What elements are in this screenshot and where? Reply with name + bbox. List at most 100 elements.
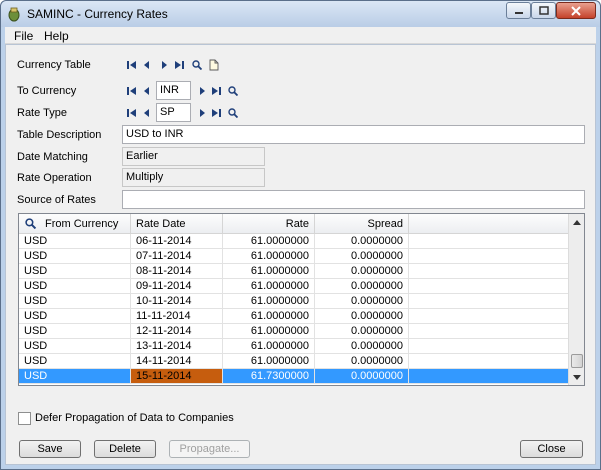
next-record-icon[interactable] [197, 108, 207, 118]
row-filler-cell [409, 264, 568, 279]
defer-propagation-checkbox[interactable] [18, 412, 31, 425]
rate-date-cell[interactable]: 08-11-2014 [131, 264, 223, 279]
delete-button[interactable]: Delete [94, 440, 156, 458]
close-button[interactable]: Close [520, 440, 583, 458]
last-record-icon[interactable] [211, 108, 221, 118]
date-matching-label: Date Matching [17, 151, 88, 163]
scroll-up-button[interactable] [569, 214, 584, 230]
rate-cell[interactable]: 61.0000000 [223, 324, 315, 339]
previous-record-icon[interactable] [142, 60, 152, 70]
last-record-icon[interactable] [211, 86, 221, 96]
column-header-filler [409, 214, 568, 234]
rate-cell[interactable]: 61.0000000 [223, 354, 315, 369]
rate-cell[interactable]: 61.7300000 [223, 369, 315, 384]
table-row[interactable]: USD 09-11-2014 61.0000000 0.0000000 [19, 279, 568, 294]
last-record-icon[interactable] [174, 60, 184, 70]
spread-cell[interactable]: 0.0000000 [315, 249, 409, 264]
from-currency-cell[interactable]: USD [19, 324, 131, 339]
finder-search-icon[interactable] [228, 108, 238, 118]
source-of-rates-field[interactable] [122, 190, 585, 209]
rate-date-cell[interactable]: 11-11-2014 [131, 309, 223, 324]
scroll-down-button[interactable] [569, 369, 584, 385]
minimize-button[interactable] [506, 2, 531, 19]
spread-cell[interactable]: 0.0000000 [315, 339, 409, 354]
from-currency-cell[interactable]: USD [19, 279, 131, 294]
table-row[interactable]: USD 08-11-2014 61.0000000 0.0000000 [19, 264, 568, 279]
from-currency-cell[interactable]: USD [19, 354, 131, 369]
rate-cell[interactable]: 61.0000000 [223, 294, 315, 309]
next-record-icon[interactable] [159, 60, 169, 70]
rates-grid[interactable]: From Currency Rate Date Rate Spread USD 0… [18, 213, 585, 386]
rate-cell[interactable]: 61.0000000 [223, 264, 315, 279]
spread-cell[interactable]: 0.0000000 [315, 324, 409, 339]
table-description-field[interactable]: USD to INR [122, 125, 585, 144]
finder-search-icon[interactable] [192, 60, 202, 70]
rate-cell[interactable]: 61.0000000 [223, 249, 315, 264]
rate-cell[interactable]: 61.0000000 [223, 339, 315, 354]
table-row[interactable]: USD 06-11-2014 61.0000000 0.0000000 [19, 234, 568, 249]
spread-cell[interactable]: 0.0000000 [315, 354, 409, 369]
rate-date-cell[interactable]: 15-11-2014 [131, 369, 223, 384]
from-currency-cell[interactable]: USD [19, 264, 131, 279]
from-currency-cell[interactable]: USD [19, 234, 131, 249]
first-record-icon[interactable] [127, 86, 137, 96]
propagate-button[interactable]: Propagate... [169, 440, 250, 458]
from-currency-cell[interactable]: USD [19, 294, 131, 309]
maximize-button[interactable] [531, 2, 556, 19]
date-matching-field: Earlier [122, 147, 265, 166]
from-currency-cell[interactable]: USD [19, 369, 131, 384]
title-bar[interactable]: SAMINC - Currency Rates [1, 1, 600, 27]
chevron-up-icon [573, 219, 581, 225]
spread-cell[interactable]: 0.0000000 [315, 309, 409, 324]
column-header-rate[interactable]: Rate [223, 214, 315, 234]
rate-cell[interactable]: 61.0000000 [223, 234, 315, 249]
table-row[interactable]: USD 15-11-2014 61.7300000 0.0000000 [19, 369, 568, 384]
table-row[interactable]: USD 12-11-2014 61.0000000 0.0000000 [19, 324, 568, 339]
spread-cell[interactable]: 0.0000000 [315, 234, 409, 249]
row-filler-cell [409, 324, 568, 339]
save-button[interactable]: Save [19, 440, 81, 458]
next-record-icon[interactable] [197, 86, 207, 96]
table-row[interactable]: USD 13-11-2014 61.0000000 0.0000000 [19, 339, 568, 354]
spread-cell[interactable]: 0.0000000 [315, 369, 409, 384]
rate-type-field[interactable]: SP [156, 103, 191, 122]
previous-record-icon[interactable] [142, 108, 152, 118]
first-record-icon[interactable] [127, 108, 137, 118]
column-header-from-currency[interactable]: From Currency [19, 214, 131, 234]
rate-date-cell[interactable]: 10-11-2014 [131, 294, 223, 309]
from-currency-cell[interactable]: USD [19, 339, 131, 354]
new-document-icon[interactable] [209, 59, 219, 71]
spread-cell[interactable]: 0.0000000 [315, 294, 409, 309]
rate-date-cell[interactable]: 12-11-2014 [131, 324, 223, 339]
table-row[interactable]: USD 14-11-2014 61.0000000 0.0000000 [19, 354, 568, 369]
close-icon [571, 5, 581, 16]
grid-vertical-scrollbar[interactable] [568, 214, 584, 385]
rate-cell[interactable]: 61.0000000 [223, 279, 315, 294]
column-header-spread[interactable]: Spread [315, 214, 409, 234]
scroll-thumb[interactable] [571, 354, 583, 368]
close-window-button[interactable] [556, 2, 596, 19]
from-currency-cell[interactable]: USD [19, 249, 131, 264]
spread-cell[interactable]: 0.0000000 [315, 279, 409, 294]
rate-cell[interactable]: 61.0000000 [223, 309, 315, 324]
table-row[interactable]: USD 11-11-2014 61.0000000 0.0000000 [19, 309, 568, 324]
first-record-icon[interactable] [127, 60, 137, 70]
to-currency-field[interactable]: INR [156, 81, 191, 100]
column-header-rate-date[interactable]: Rate Date [131, 214, 223, 234]
table-row[interactable]: USD 07-11-2014 61.0000000 0.0000000 [19, 249, 568, 264]
defer-propagation-label[interactable]: Defer Propagation of Data to Companies [35, 412, 234, 424]
rate-date-cell[interactable]: 14-11-2014 [131, 354, 223, 369]
rate-date-cell[interactable]: 07-11-2014 [131, 249, 223, 264]
rate-date-cell[interactable]: 09-11-2014 [131, 279, 223, 294]
menu-file[interactable]: File [14, 29, 33, 43]
table-row[interactable]: USD 10-11-2014 61.0000000 0.0000000 [19, 294, 568, 309]
rate-date-cell[interactable]: 13-11-2014 [131, 339, 223, 354]
menu-help[interactable]: Help [44, 29, 69, 43]
from-currency-cell[interactable]: USD [19, 309, 131, 324]
spread-cell[interactable]: 0.0000000 [315, 264, 409, 279]
previous-record-icon[interactable] [142, 86, 152, 96]
column-header-label: From Currency [45, 218, 119, 230]
grid-search-icon[interactable] [25, 218, 36, 229]
rate-date-cell[interactable]: 06-11-2014 [131, 234, 223, 249]
finder-search-icon[interactable] [228, 86, 238, 96]
